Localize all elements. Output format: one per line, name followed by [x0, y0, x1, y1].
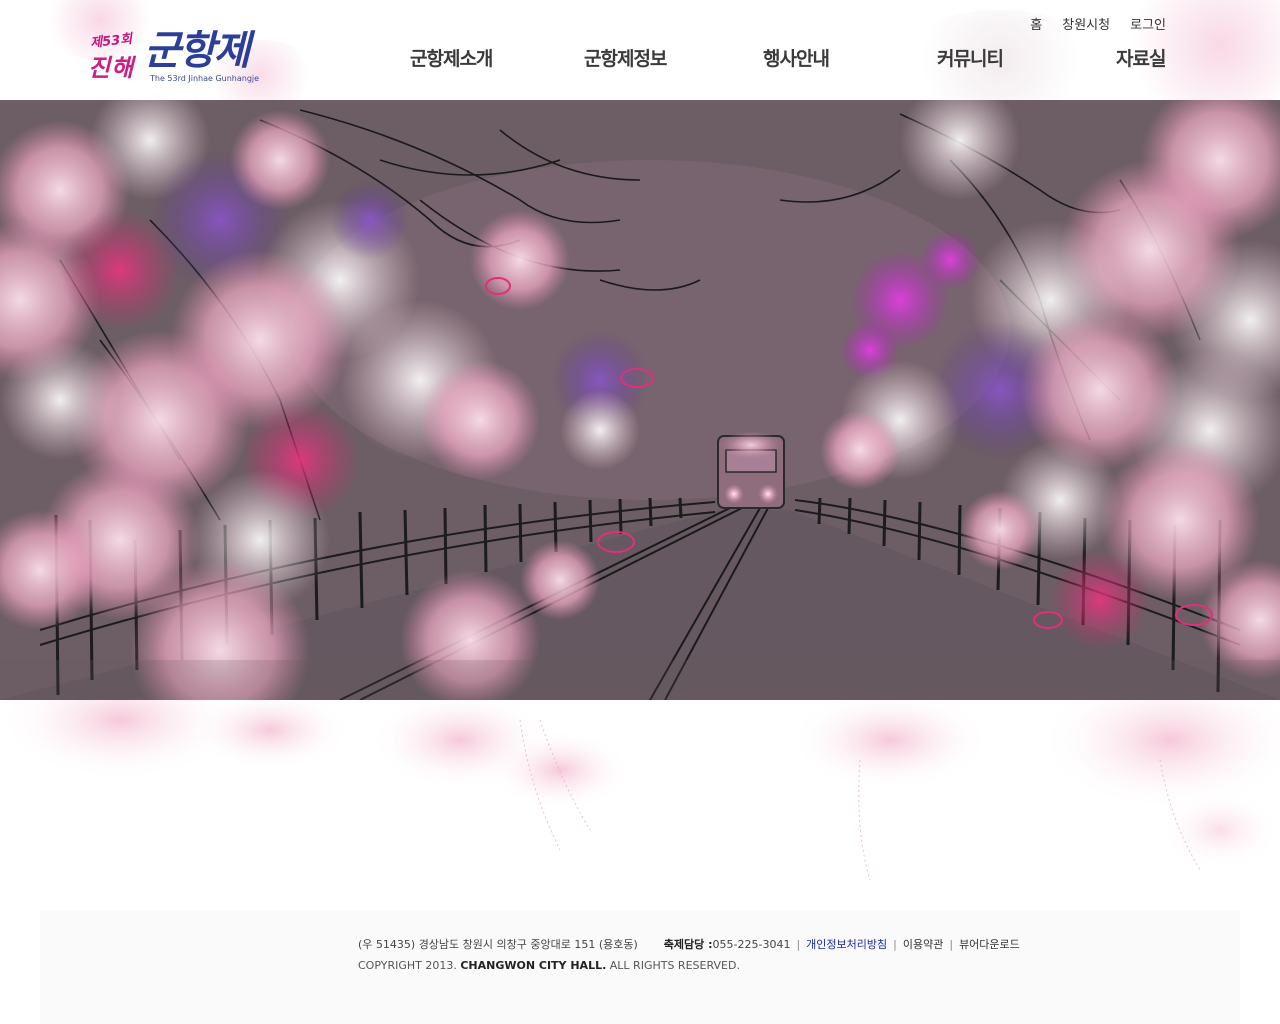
privacy-policy-link[interactable]: 개인정보처리방침 [806, 936, 887, 952]
nav-archive[interactable]: 자료실 [1116, 44, 1166, 71]
home-link[interactable]: 홈 [1030, 14, 1042, 33]
viewer-download-link[interactable]: 뷰어다운로드 [959, 936, 1020, 952]
main-navigation: 군항제소개 군항제정보 행사안내 커뮤니티 자료실 [0, 44, 1280, 74]
cherry-blossom-railway-illustration [0, 100, 1280, 700]
changwon-cityhall-link[interactable]: 창원시청 [1062, 14, 1110, 33]
site-header: 제53회 진해 군항제 The 53rd Jinhae Gunhangje 홈 … [0, 0, 1280, 100]
copyright-prefix: COPYRIGHT 2013. [358, 959, 461, 972]
nav-festival-info[interactable]: 군항제정보 [584, 44, 667, 71]
footer-address: (우 51435) 경상남도 창원시 의창구 중앙대로 151 (용호동) [358, 938, 638, 951]
footer-info-line: (우 51435) 경상남도 창원시 의창구 중앙대로 151 (용호동) 축제… [358, 936, 1020, 952]
terms-of-use-link[interactable]: 이용약관 [903, 936, 943, 952]
nav-community[interactable]: 커뮤니티 [937, 44, 1004, 71]
login-link[interactable]: 로그인 [1130, 14, 1166, 33]
footer-contact-label: 축제담당 : [663, 938, 713, 951]
train-icon [717, 431, 785, 509]
lower-blossom-decoration [0, 700, 1280, 881]
footer-contact-phone: 055-225-3041 [712, 937, 791, 951]
copyright-suffix: ALL RIGHTS RESERVED. [606, 959, 740, 972]
utility-links: 홈 창원시청 로그인 [1030, 14, 1166, 33]
copyright-org: CHANGWON CITY HALL. [460, 959, 607, 972]
footer-divider: | [893, 937, 897, 951]
nav-event-guide[interactable]: 행사안내 [763, 44, 830, 71]
nav-festival-intro[interactable]: 군항제소개 [410, 44, 493, 71]
hero-illustration [0, 100, 1280, 700]
blossom-decoration [0, 700, 1280, 900]
logo-subtitle: The 53rd Jinhae Gunhangje [150, 74, 260, 83]
footer-copyright: COPYRIGHT 2013. CHANGWON CITY HALL. ALL … [358, 959, 740, 972]
site-footer: (우 51435) 경상남도 창원시 의창구 중앙대로 151 (용호동) 축제… [40, 910, 1240, 1024]
footer-divider: | [949, 937, 954, 951]
footer-divider: | [796, 937, 801, 951]
